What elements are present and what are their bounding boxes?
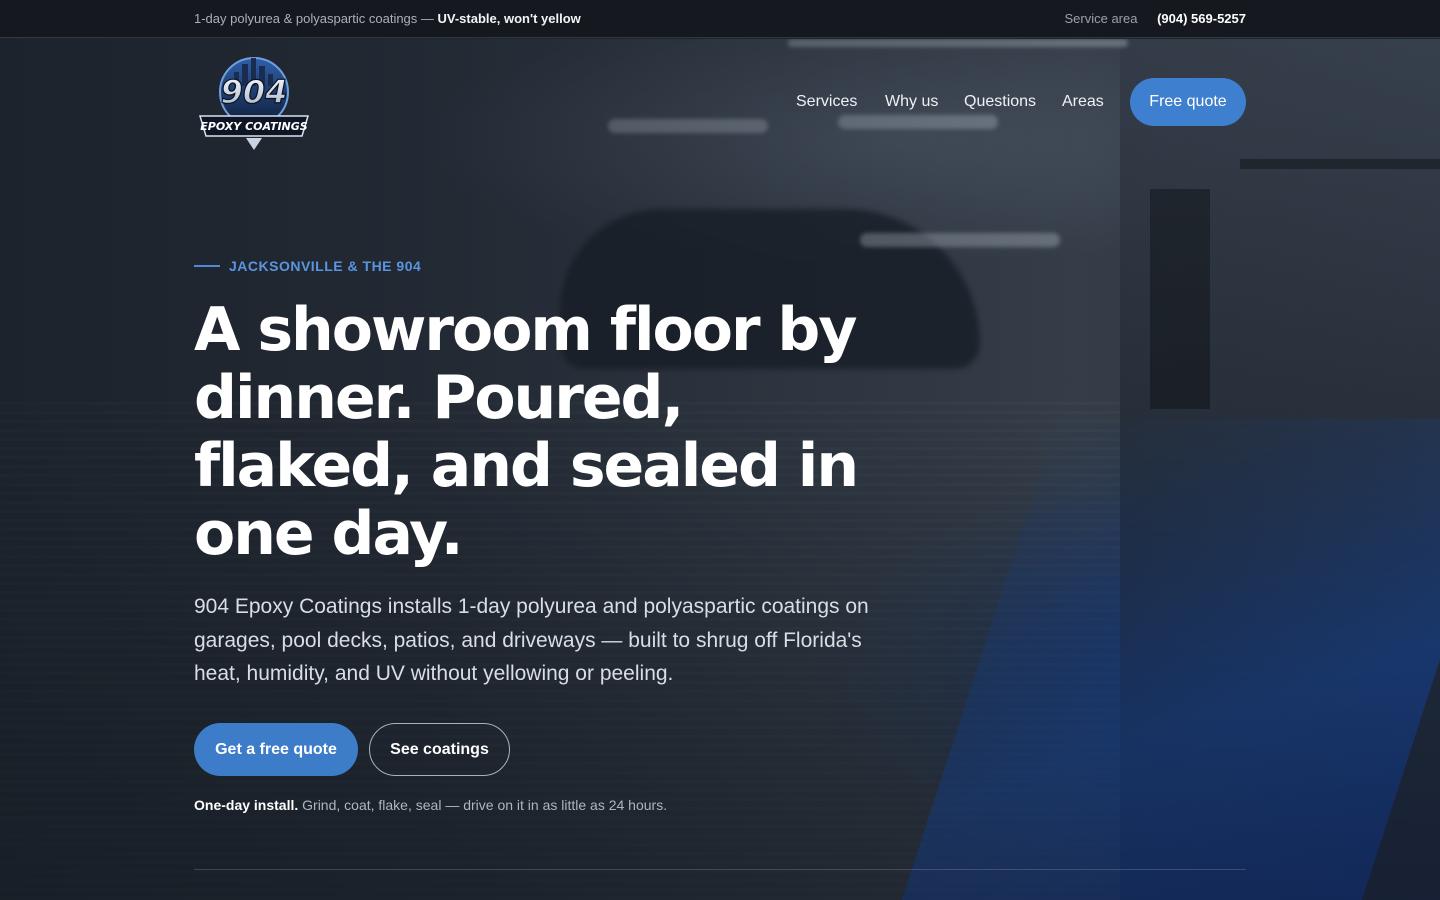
- install-note-strong: One-day install.: [194, 797, 299, 813]
- announcement-text: 1-day polyurea & polyaspartic coatings —…: [194, 11, 581, 26]
- main-nav: Services Why us Questions Areas Free quo…: [0, 78, 1440, 126]
- hero-headline: A showroom floor by dinner. Poured, flak…: [194, 295, 859, 569]
- section-divider: [194, 869, 1246, 870]
- get-free-quote-button[interactable]: Get a free quote: [194, 723, 358, 776]
- nav-item-services[interactable]: Services: [796, 93, 857, 111]
- nav-item-why-us[interactable]: Why us: [885, 93, 938, 111]
- install-note-text: Grind, coat, flake, seal — drive on it i…: [298, 797, 668, 813]
- nav-item-areas[interactable]: Areas: [1062, 93, 1104, 111]
- free-quote-button[interactable]: Free quote: [1130, 78, 1246, 126]
- hero-eyebrow: JACKSONVILLE & THE 904: [194, 258, 421, 274]
- nav-item-questions[interactable]: Questions: [964, 93, 1036, 111]
- see-coatings-button[interactable]: See coatings: [369, 723, 510, 776]
- eyebrow-text: JACKSONVILLE & THE 904: [229, 258, 422, 274]
- service-area-link[interactable]: Service area: [1064, 11, 1137, 26]
- announcement-tagline: 1-day polyurea & polyaspartic coatings —: [194, 11, 438, 26]
- hero-subtext: 904 Epoxy Coatings installs 1-day polyur…: [194, 595, 869, 685]
- phone-link[interactable]: (904) 569-5257: [1157, 11, 1246, 26]
- eyebrow-line: [194, 265, 220, 267]
- contact-info: Service area (904) 569-5257: [1064, 11, 1246, 26]
- announcement-bar: 1-day polyurea & polyaspartic coatings —…: [0, 0, 1440, 38]
- announcement-highlight: UV-stable, won't yellow: [437, 11, 581, 26]
- install-note: One-day install. Grind, coat, flake, sea…: [194, 797, 667, 813]
